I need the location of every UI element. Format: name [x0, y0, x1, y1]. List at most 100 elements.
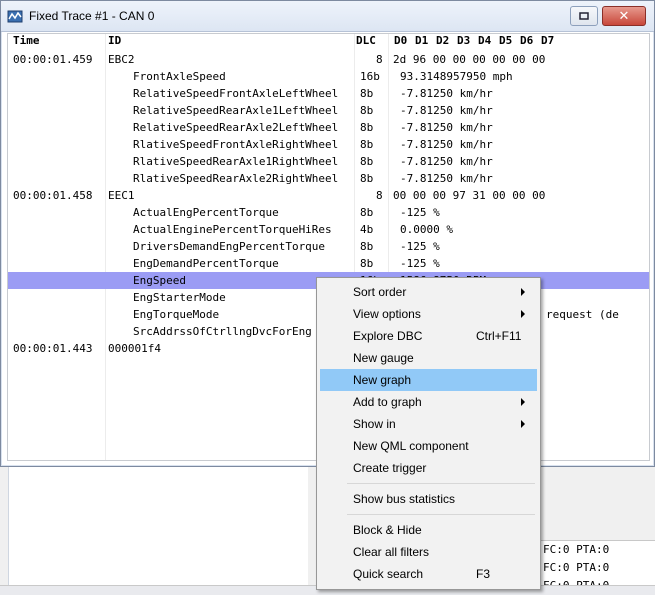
menu-item-label: Show bus statistics — [353, 492, 456, 506]
menu-item-view-options[interactable]: View options — [320, 303, 537, 325]
signal-name-cell: RlativeSpeedRearAxle2RightWheel — [133, 172, 339, 185]
menu-item-block-hide[interactable]: Block & Hide — [320, 519, 537, 541]
dlc-cell: 8b — [360, 87, 374, 100]
message-id-cell: EBC2 — [108, 53, 135, 66]
menu-item-show-in[interactable]: Show in — [320, 413, 537, 435]
menu-item-explore-dbc[interactable]: Explore DBC Ctrl+F11 — [320, 325, 537, 347]
menu-item-label: Block & Hide — [353, 523, 422, 537]
signal-name-cell: EngStarterMode — [133, 291, 226, 304]
column-header-d5[interactable]: D5 — [499, 34, 512, 48]
message-row[interactable]: 00:00:01.458 EEC1 8 00 00 00 97 31 00 00 00 — [8, 187, 649, 204]
menu-item-label: Show in — [353, 417, 396, 431]
background-panel — [8, 460, 308, 595]
menu-item-new-graph[interactable]: New graph — [320, 369, 537, 391]
column-header-dlc[interactable]: DLC — [356, 34, 376, 48]
signal-row[interactable]: FrontAxleSpeed 16b 93.3148957950 mph — [8, 68, 649, 85]
column-header-d4[interactable]: D4 — [478, 34, 491, 48]
menu-item-shortcut: F3 — [476, 567, 491, 581]
column-header-d0[interactable]: D0 — [394, 34, 407, 48]
data-cell: 00 00 00 97 31 00 00 00 — [393, 189, 546, 202]
dlc-cell: 4b — [360, 223, 374, 236]
menu-item-add-to-graph[interactable]: Add to graph — [320, 391, 537, 413]
dlc-cell: 8 — [376, 189, 383, 202]
time-cell: 00:00:01.459 — [13, 53, 93, 66]
menu-item-new-qml-component[interactable]: New QML component — [320, 435, 537, 457]
title-bar[interactable]: Fixed Trace #1 - CAN 0 ✕ — [1, 1, 654, 32]
data-cell: -7.81250 km/hr — [400, 138, 493, 151]
signal-name-cell: EngTorqueMode — [133, 308, 220, 321]
menu-item-shortcut: Ctrl+F11 — [476, 329, 522, 343]
message-id-cell: EEC1 — [108, 189, 135, 202]
column-header-id[interactable]: ID — [108, 34, 121, 48]
menu-item-new-gauge[interactable]: New gauge — [320, 347, 537, 369]
dlc-cell: 8b — [360, 104, 374, 117]
menu-item-quick-search[interactable]: Quick search F3 — [320, 563, 537, 585]
background-log-line: FC:0 PTA:0 — [543, 543, 610, 556]
signal-name-cell: FrontAxleSpeed — [133, 70, 226, 83]
signal-name-cell: DriversDemandEngPercentTorque — [133, 240, 326, 253]
close-icon: ✕ — [618, 8, 630, 24]
menu-separator — [347, 483, 535, 484]
signal-row[interactable]: EngDemandPercentTorque 8b -125 % — [8, 255, 649, 272]
menu-item-label: Create trigger — [353, 461, 427, 475]
menu-item-label: Quick search — [353, 567, 424, 581]
column-header-d3[interactable]: D3 — [457, 34, 470, 48]
signal-row[interactable]: RlativeSpeedRearAxle1RightWheel 8b -7.8125… — [8, 153, 649, 170]
menu-item-label: View options — [353, 307, 421, 321]
chevron-right-icon — [521, 310, 525, 318]
column-header-d6[interactable]: D6 — [520, 34, 533, 48]
signal-row[interactable]: ActualEnginePercentTorqueHiRes 4b 0.0000 % — [8, 221, 649, 238]
signal-name-cell: RelativeSpeedRearAxle1LeftWheel — [133, 104, 339, 117]
trace-app-icon — [7, 8, 23, 24]
signal-name-cell: RelativeSpeedFrontAxleLeftWheel — [133, 87, 339, 100]
restore-icon — [579, 12, 589, 20]
column-header-d7[interactable]: D7 — [541, 34, 554, 48]
dlc-cell: 16b — [360, 70, 380, 83]
close-button[interactable]: ✕ — [602, 6, 646, 26]
menu-item-show-bus-statistics[interactable]: Show bus statistics — [320, 488, 537, 510]
menu-item-label: Add to graph — [353, 395, 422, 409]
signal-row[interactable]: DriversDemandEngPercentTorque 8b -125 % — [8, 238, 649, 255]
menu-item-clear-all-filters[interactable]: Clear all filters — [320, 541, 537, 563]
table-header: Time ID DLC D0 D1 D2 D3 D4 D5 D6 D7 — [8, 34, 649, 48]
data-cell: -7.81250 km/hr — [400, 87, 493, 100]
chevron-right-icon — [521, 420, 525, 428]
column-header-d2[interactable]: D2 — [436, 34, 449, 48]
signal-name-cell: EngDemandPercentTorque — [133, 257, 279, 270]
data-cell: -7.81250 km/hr — [400, 172, 493, 185]
signal-name-cell: ActualEngPercentTorque — [133, 206, 279, 219]
signal-row[interactable]: RelativeSpeedFrontAxleLeftWheel 8b -7.8125… — [8, 85, 649, 102]
dlc-cell: 8 — [376, 53, 383, 66]
message-id-cell: 000001f4 — [108, 342, 161, 355]
signal-row[interactable]: RlativeSpeedFrontAxleRightWheel 8b -7.8125… — [8, 136, 649, 153]
signal-row[interactable]: ActualEngPercentTorque 8b -125 % — [8, 204, 649, 221]
menu-item-sort-order[interactable]: Sort order — [320, 281, 537, 303]
menu-item-label: New graph — [353, 373, 412, 387]
column-header-time[interactable]: Time — [13, 34, 40, 48]
message-row[interactable]: 00:00:01.459 EBC2 8 2d 96 00 00 00 00 00 00 — [8, 51, 649, 68]
menu-item-create-trigger[interactable]: Create trigger — [320, 457, 537, 479]
data-cell: -125 % — [400, 240, 440, 253]
data-cell: 2d 96 00 00 00 00 00 00 — [393, 53, 546, 66]
dlc-cell: 8b — [360, 240, 374, 253]
data-cell: -7.81250 km/hr — [400, 121, 493, 134]
signal-row[interactable]: RlativeSpeedRearAxle2RightWheel 8b -7.8125… — [8, 170, 649, 187]
signal-row[interactable]: RelativeSpeedRearAxle2LeftWheel 8b -7.8125… — [8, 119, 649, 136]
background-log-line: FC:0 PTA:0 — [543, 561, 610, 574]
signal-name-cell: SrcAddrssOfCtrllngDvcForEng — [133, 325, 312, 338]
restore-button[interactable] — [570, 6, 598, 26]
window-title: Fixed Trace #1 - CAN 0 — [29, 9, 155, 23]
dlc-cell: 8b — [360, 206, 374, 219]
signal-row[interactable]: RelativeSpeedRearAxle1LeftWheel 8b -7.8125… — [8, 102, 649, 119]
menu-item-label: Sort order — [353, 285, 407, 299]
data-cell: -125 % — [400, 257, 440, 270]
data-cell: -125 % — [400, 206, 440, 219]
dlc-cell: 8b — [360, 172, 374, 185]
column-header-d1[interactable]: D1 — [415, 34, 428, 48]
chevron-right-icon — [521, 398, 525, 406]
dlc-cell: 8b — [360, 138, 374, 151]
data-cell: -7.81250 km/hr — [400, 104, 493, 117]
signal-name-cell: EngSpeed — [133, 274, 186, 287]
menu-separator — [347, 514, 535, 515]
dlc-cell: 8b — [360, 257, 374, 270]
